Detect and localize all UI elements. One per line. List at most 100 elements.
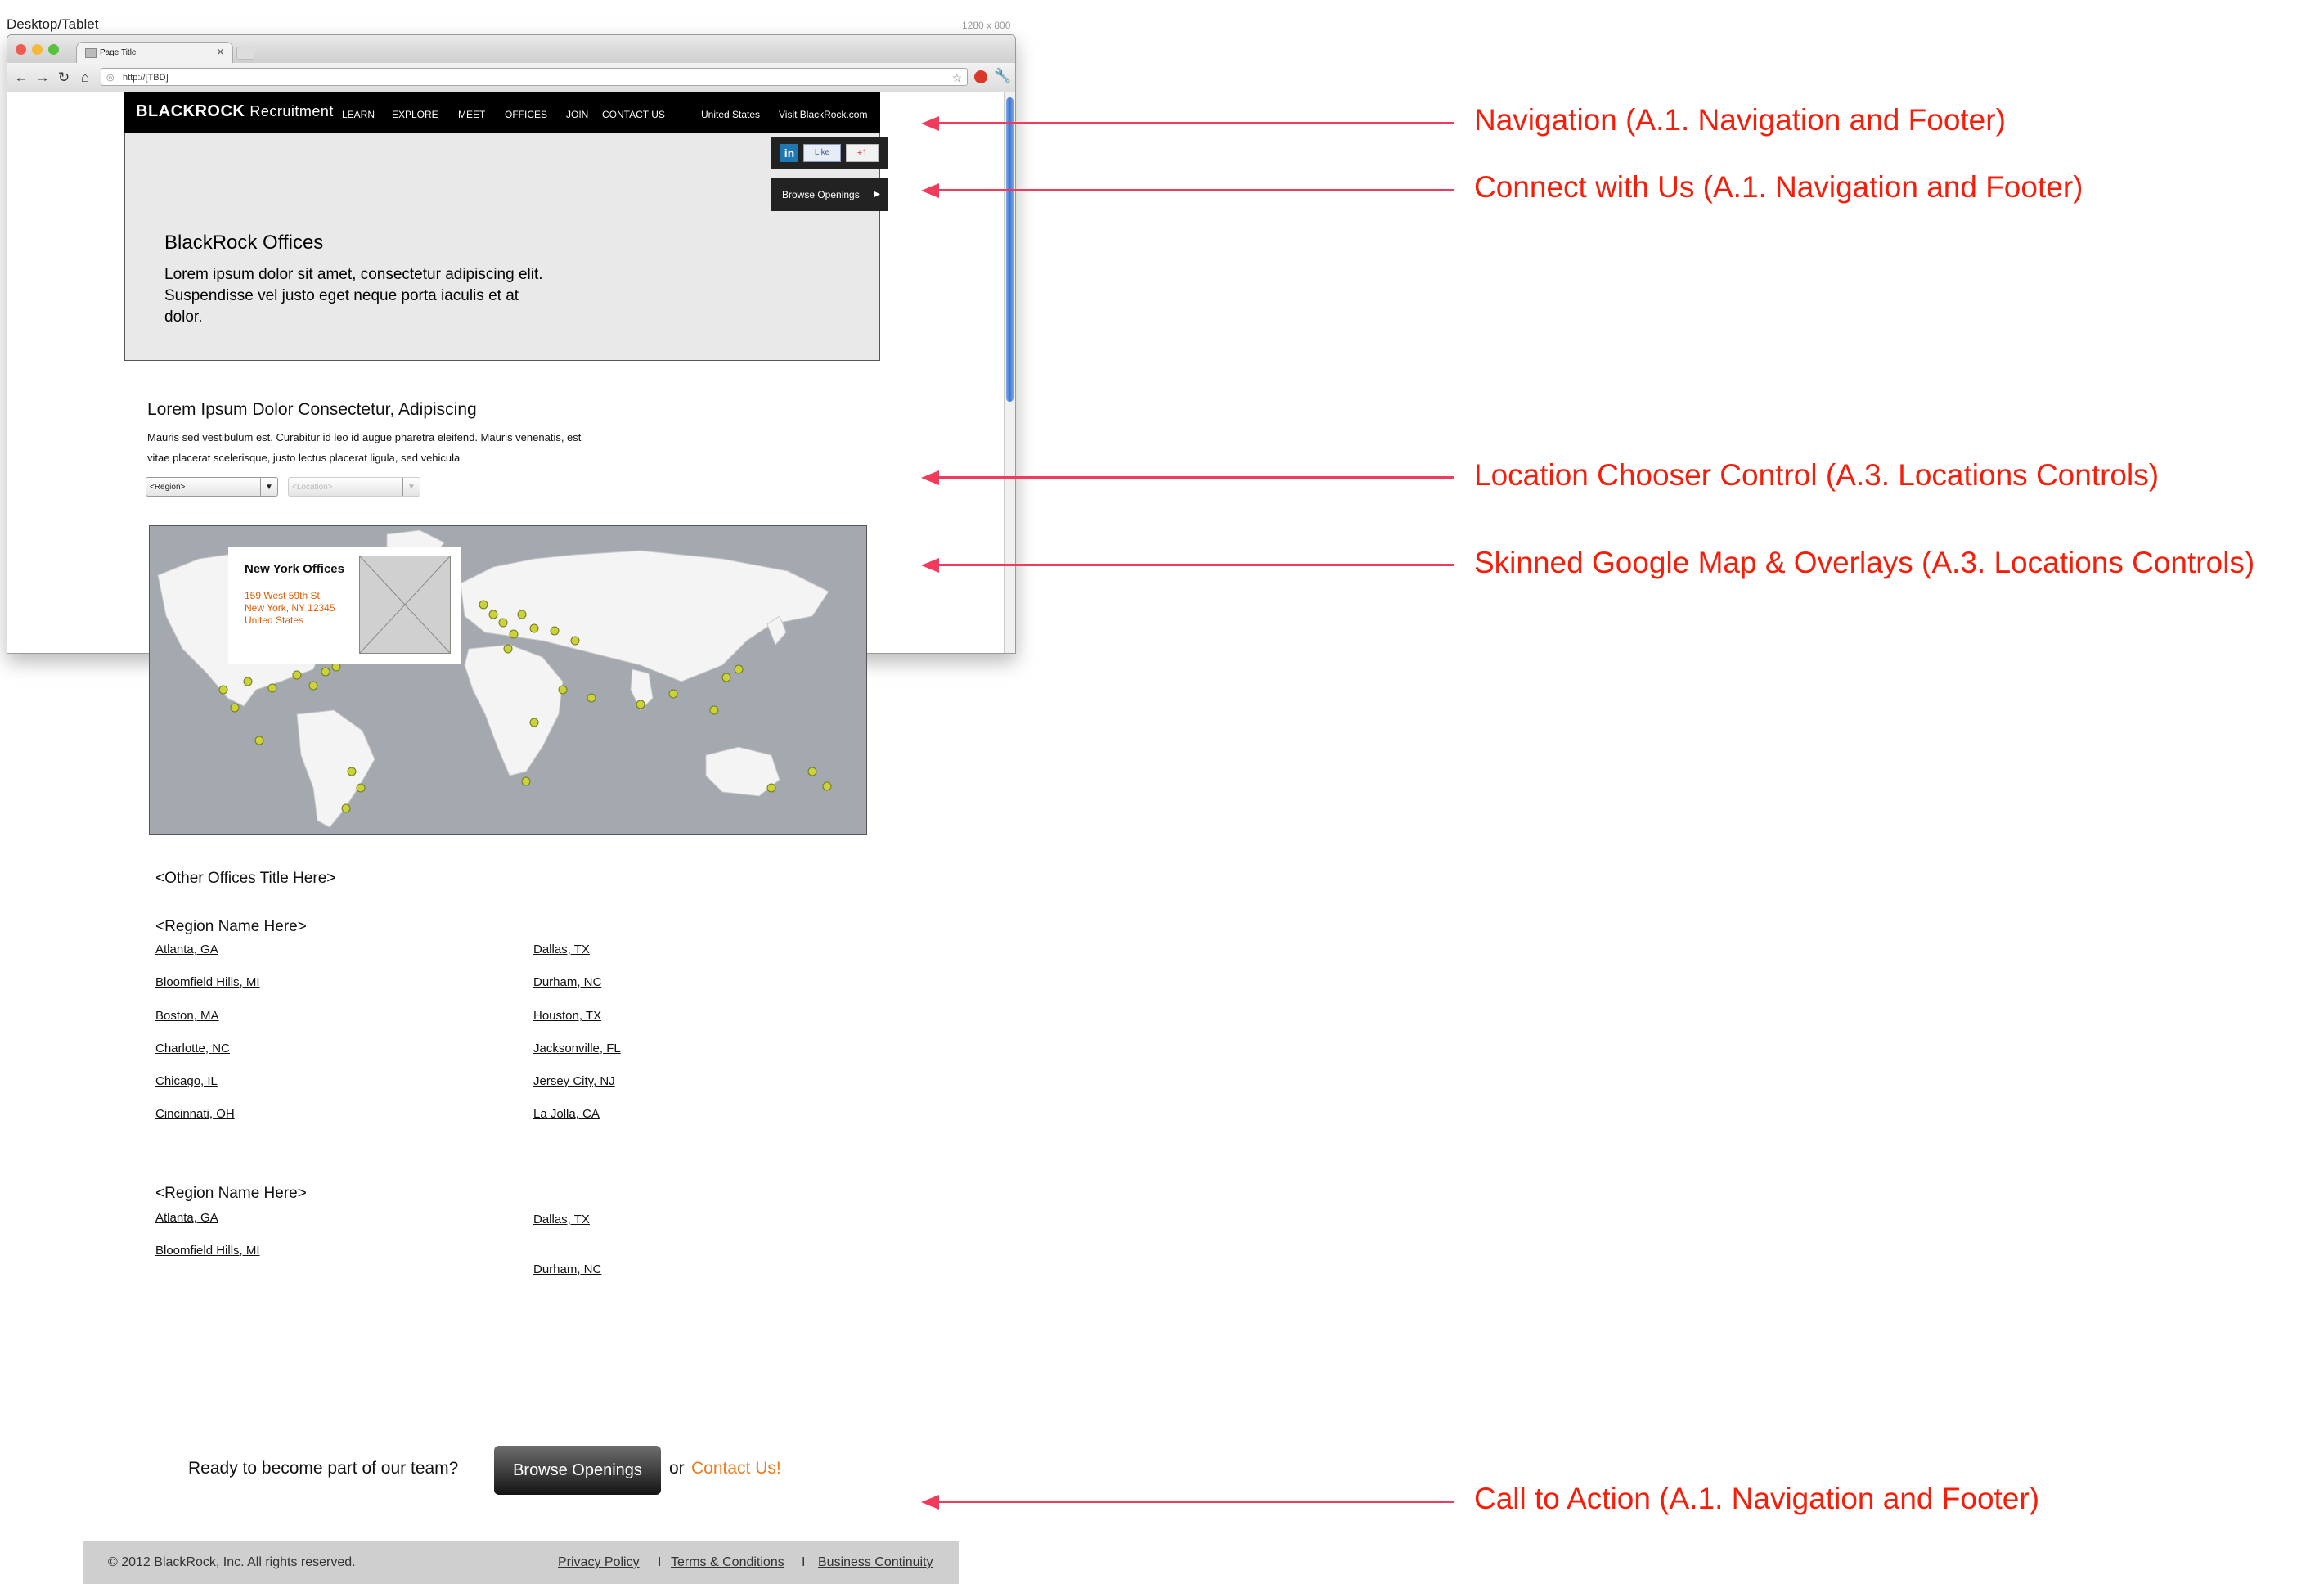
office-link[interactable]: Cincinnati, OH — [155, 1107, 235, 1121]
annotation-label: Call to Action (A.1. Navigation and Foot… — [1474, 1482, 2040, 1515]
office-link[interactable]: Charlotte, NC — [155, 1042, 230, 1055]
region-select[interactable]: <Region> ▼ — [146, 477, 278, 497]
other-offices-title: <Other Offices Title Here> — [155, 870, 336, 887]
linkedin-icon[interactable]: in — [780, 144, 798, 162]
reload-icon[interactable]: ↻ — [55, 70, 73, 86]
annotation-arrowhead — [921, 558, 939, 573]
office-link[interactable]: Atlanta, GA — [155, 1211, 218, 1225]
business-continuity-link[interactable]: Business Continuity — [818, 1555, 933, 1570]
home-icon[interactable]: ⌂ — [76, 70, 94, 86]
maximize-window-icon[interactable] — [48, 44, 59, 55]
wrench-icon[interactable]: 🔧 — [994, 68, 1011, 84]
office-link[interactable]: Jacksonville, FL — [533, 1042, 621, 1055]
annotation-line — [937, 564, 1454, 566]
intro-title: Lorem Ipsum Dolor Consectetur, Adipiscin… — [147, 400, 477, 419]
minimize-window-icon[interactable] — [32, 44, 43, 55]
site-logo[interactable]: BLACKROCK Recruitment — [136, 102, 334, 121]
office-link[interactable]: Boston, MA — [155, 1009, 219, 1023]
office-link[interactable]: Dallas, TX — [533, 943, 590, 956]
image-placeholder-icon — [359, 556, 451, 654]
footer-separator: I — [658, 1555, 662, 1569]
chevron-right-icon: ▶ — [874, 190, 880, 199]
forward-icon[interactable]: → — [34, 70, 52, 86]
annotation-arrowhead — [921, 470, 939, 485]
site-navigation: BLACKROCK Recruitment LEARN EXPLORE MEET … — [124, 92, 880, 133]
browse-openings-button[interactable]: Browse Openings — [494, 1446, 661, 1495]
office-image-placeholder — [359, 556, 451, 654]
annotation-arrowhead — [921, 183, 939, 198]
site-footer: © 2012 BlackRock, Inc. All rights reserv… — [83, 1541, 959, 1584]
office-link[interactable]: Durham, NC — [533, 1262, 601, 1276]
copyright: © 2012 BlackRock, Inc. All rights reserv… — [108, 1555, 356, 1569]
location-select-value: <Location> — [292, 483, 333, 492]
info-window-title: New York Offices — [245, 562, 344, 576]
annotation-arrowhead — [921, 116, 939, 131]
facebook-like-button[interactable]: Like — [803, 144, 841, 162]
cta-or: or — [669, 1459, 685, 1478]
nav-learn[interactable]: LEARN — [342, 109, 375, 120]
scrollbar-thumb[interactable] — [1006, 97, 1014, 402]
visit-blackrock-link[interactable]: Visit BlackRock.com — [779, 109, 867, 120]
map-info-window: New York Offices 159 West 59th St. New Y… — [228, 547, 461, 664]
office-link[interactable]: Atlanta, GA — [155, 943, 218, 956]
page-icon — [85, 48, 97, 58]
region-title: <Region Name Here> — [155, 1185, 307, 1202]
info-window-address: 159 West 59th St. New York, NY 12345 Uni… — [245, 590, 335, 627]
annotation-line — [937, 1501, 1454, 1503]
close-window-icon[interactable] — [16, 44, 26, 55]
office-link[interactable]: Jersey City, NJ — [533, 1074, 615, 1088]
hero-text: Lorem ipsum dolor sit amet, consectetur … — [164, 266, 543, 326]
bookmark-star-icon[interactable]: ☆ — [951, 69, 962, 87]
office-link[interactable]: La Jolla, CA — [533, 1107, 600, 1121]
back-icon[interactable]: ← — [12, 70, 30, 86]
scrollbar[interactable] — [1004, 92, 1015, 653]
region-title: <Region Name Here> — [155, 918, 307, 935]
browse-openings-tab[interactable]: Browse Openings ▶ — [771, 178, 888, 211]
nav-meet[interactable]: MEET — [458, 109, 485, 120]
nav-offices[interactable]: OFFICES — [505, 109, 547, 120]
nav-explore[interactable]: EXPLORE — [392, 109, 438, 120]
hero-banner: BlackRock Offices Lorem ipsum dolor sit … — [124, 133, 880, 361]
new-tab-button[interactable] — [236, 47, 254, 60]
chevron-down-icon: ▼ — [402, 478, 420, 496]
annotation-label: Location Chooser Control (A.3. Locations… — [1474, 458, 2160, 492]
office-link[interactable]: Bloomfield Hills, MI — [155, 1244, 260, 1258]
region-select-value: <Region> — [150, 483, 186, 492]
intro-text: Mauris sed vestibulum est. Curabitur id … — [147, 431, 582, 464]
google-plus-button[interactable]: +1 — [846, 144, 879, 162]
address-line-2: New York, NY 12345 — [245, 602, 335, 614]
tab-title: Page Title — [100, 48, 137, 57]
terms-link[interactable]: Terms & Conditions — [671, 1555, 784, 1570]
address-bar[interactable]: ◎ http://[TBD] ☆ — [101, 68, 968, 86]
resolution-label: 1280 x 800 — [962, 20, 1011, 31]
annotation-arrowhead — [921, 1495, 939, 1510]
nav-join[interactable]: JOIN — [566, 109, 588, 120]
footer-separator: I — [802, 1555, 806, 1569]
frame-label: Desktop/Tablet — [7, 16, 99, 32]
location-select[interactable]: <Location> ▼ — [288, 477, 420, 497]
address-line-3: United States — [245, 614, 304, 626]
office-link[interactable]: Dallas, TX — [533, 1213, 590, 1226]
office-link[interactable]: Houston, TX — [533, 1009, 601, 1023]
office-link[interactable]: Durham, NC — [533, 975, 601, 989]
address-line-1: 159 West 59th St. — [245, 590, 323, 601]
privacy-policy-link[interactable]: Privacy Policy — [558, 1555, 640, 1570]
annotation-line — [937, 476, 1454, 479]
office-link[interactable]: Chicago, IL — [155, 1074, 218, 1088]
tab-close-icon[interactable]: ✕ — [216, 46, 225, 59]
title-bar: Page Title ✕ — [7, 35, 1015, 64]
google-map[interactable]: New York Offices 159 West 59th St. New Y… — [149, 525, 867, 835]
browser-tab[interactable]: Page Title ✕ — [76, 42, 233, 64]
annotation-label: Navigation (A.1. Navigation and Footer) — [1474, 103, 2006, 137]
hero-title: BlackRock Offices — [164, 232, 324, 254]
office-link[interactable]: Bloomfield Hills, MI — [155, 975, 260, 989]
chevron-down-icon: ▼ — [260, 478, 277, 496]
annotation-label: Connect with Us (A.1. Navigation and Foo… — [1474, 170, 2084, 204]
extension-icon[interactable] — [974, 70, 987, 83]
nav-contact-us[interactable]: CONTACT US — [602, 109, 665, 120]
globe-icon: ◎ — [106, 73, 115, 83]
annotation-line — [937, 189, 1454, 191]
country-selector[interactable]: United States — [701, 109, 760, 120]
annotation-line — [937, 122, 1454, 124]
contact-us-link[interactable]: Contact Us! — [691, 1459, 781, 1478]
